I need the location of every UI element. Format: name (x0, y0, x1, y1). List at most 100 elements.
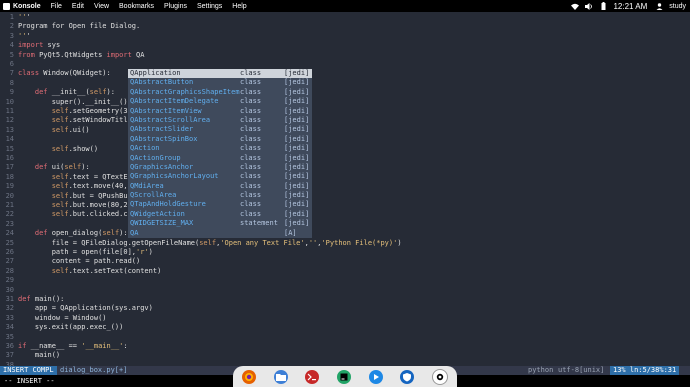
menu-plugins[interactable]: Plugins (164, 3, 187, 10)
mode-indicator: INSERT COMPL (0, 366, 57, 375)
battery-icon[interactable] (599, 2, 607, 10)
kodi-icon[interactable] (368, 369, 383, 384)
code-line[interactable]: 34 sys.exit(app.exec_()) (0, 323, 690, 332)
completion-item[interactable]: QGraphicsAnchor class [jedi] (128, 163, 312, 172)
code-line[interactable]: 6 (0, 60, 690, 69)
completion-src: [jedi] (284, 200, 310, 209)
completion-item[interactable]: QWidgetAction class [jedi] (128, 210, 312, 219)
username[interactable]: study (669, 3, 686, 10)
code-line[interactable]: 33 window = Window() (0, 314, 690, 323)
completion-name: QAbstractButton (130, 78, 194, 87)
code-line[interactable]: 25 file = QFileDialog.getOpenFileName(se… (0, 239, 690, 248)
completion-item[interactable]: QScrollArea class [jedi] (128, 191, 312, 200)
firefox-icon[interactable] (241, 369, 256, 384)
line-number: 10 (5, 97, 14, 106)
code-line[interactable]: 20 self.but = QPushBut (0, 192, 690, 201)
completion-item[interactable]: QAbstractSpinBox class [jedi] (128, 135, 312, 144)
vpn-icon[interactable] (400, 369, 415, 384)
system-tray: 12:21 AM study (571, 0, 690, 12)
completion-src: [jedi] (284, 115, 310, 124)
completion-item[interactable]: QAction class [jedi] (128, 144, 312, 153)
user-icon (655, 2, 663, 10)
apps-icon[interactable] (432, 368, 449, 385)
code-line[interactable]: 5 from PyQt5.QtWidgets import QA (0, 51, 690, 60)
pycharm-icon[interactable] (336, 369, 351, 384)
menu-file[interactable]: File (51, 3, 62, 10)
completion-item[interactable]: QAbstractSlider class [jedi] (128, 125, 312, 134)
menu-bookmarks[interactable]: Bookmarks (119, 3, 154, 10)
completion-kind: class (240, 144, 262, 153)
code-line[interactable]: 3 ''' (0, 32, 690, 41)
code-line[interactable]: 26 path = open(file[0],'r') (0, 248, 690, 257)
line-number: 15 (5, 144, 14, 153)
insert-mode-text: -- INSERT -- (4, 377, 55, 385)
completion-kind: class (240, 87, 262, 96)
code-line[interactable]: 2 Program for Open file Dialog. (0, 22, 690, 31)
code-text: def main(): (18, 295, 65, 303)
code-line[interactable]: 23 (0, 220, 690, 229)
code-line[interactable]: 1 ''' (0, 13, 690, 22)
code-line[interactable]: 18 self.text = QTextEd (0, 173, 690, 182)
code-line[interactable]: 32 app = QApplication(sys.argv) (0, 304, 690, 313)
completion-item[interactable]: QAbstractGraphicsShapeItem class [jedi] (128, 88, 312, 97)
menu-edit[interactable]: Edit (72, 3, 84, 10)
wifi-icon[interactable] (571, 2, 580, 10)
completion-item[interactable]: QGraphicsAnchorLayout class [jedi] (128, 172, 312, 181)
code-line[interactable]: 8 (0, 79, 690, 88)
code-line[interactable]: 11 self.setGeometry(30 (0, 107, 690, 116)
completion-item[interactable]: QTapAndHoldGesture class [jedi] (128, 200, 312, 209)
code-line[interactable]: 7 class Window(QWidget): (0, 69, 690, 78)
code-line[interactable]: 27 content = path.read() (0, 257, 690, 266)
clock[interactable]: 12:21 AM (613, 2, 647, 11)
completion-name: QAbstractSpinBox (130, 134, 198, 143)
menu-view[interactable]: View (94, 3, 109, 10)
code-text: if __name__ == '__main__': (18, 342, 128, 350)
files-icon[interactable] (273, 369, 288, 384)
completion-name: QWidgetAction (130, 209, 185, 218)
code-line[interactable]: 37 main() (0, 351, 690, 360)
code-line[interactable]: 13 self.ui() (0, 126, 690, 135)
code-line[interactable]: 14 (0, 135, 690, 144)
code-line[interactable]: 19 self.text.move(40,1 (0, 182, 690, 191)
completion-item[interactable]: QApplication class [jedi] (128, 69, 312, 79)
completion-src: [jedi] (284, 134, 310, 143)
completion-item[interactable]: QActionGroup class [jedi] (128, 154, 312, 163)
completion-src: [A] (284, 228, 297, 237)
code-line[interactable]: 22 self.but.clicked.co (0, 210, 690, 219)
code-line[interactable]: 31 def main(): (0, 295, 690, 304)
completion-item[interactable]: QAbstractScrollArea class [jedi] (128, 116, 312, 125)
terminal-icon[interactable] (305, 369, 320, 384)
completion-item[interactable]: QAbstractItemView class [jedi] (128, 107, 312, 116)
code-text: self.ui() (51, 125, 90, 134)
code-line[interactable]: 9 def __init__(self): (0, 88, 690, 97)
code-text: path = open(file[0],'r') (18, 248, 153, 256)
code-line[interactable]: 10 super().__init__() (0, 98, 690, 107)
code-line[interactable]: 30 (0, 286, 690, 295)
completion-item[interactable]: QAbstractButton class [jedi] (128, 78, 312, 87)
volume-icon[interactable] (585, 2, 593, 10)
completion-item[interactable]: QA [A] (128, 229, 312, 238)
autocomplete-popup[interactable]: QApplication class [jedi] QAbstractButton cl… (128, 69, 312, 239)
code-line[interactable]: 36 if __name__ == '__main__': (0, 342, 690, 351)
completion-item[interactable]: QMdiArea class [jedi] (128, 182, 312, 191)
completion-src: [jedi] (284, 69, 310, 77)
menu-settings[interactable]: Settings (197, 3, 222, 10)
menu-help[interactable]: Help (232, 3, 246, 10)
completion-src: [jedi] (284, 172, 310, 181)
code-line[interactable]: 35 (0, 333, 690, 342)
line-number: 21 (5, 201, 14, 209)
code-line[interactable]: 21 self.but.move(80,25 (0, 201, 690, 210)
line-number: 36 (5, 342, 14, 350)
code-line[interactable]: 17 def ui(self): (0, 163, 690, 172)
code-line[interactable]: 24 def open_dialog(self): (0, 229, 690, 238)
code-line[interactable]: 16 (0, 154, 690, 163)
code-editor[interactable]: 1 ''' 2 Program for Open file Dialog. 3 ''' 4 i… (0, 12, 690, 366)
code-line[interactable]: 15 self.show() (0, 145, 690, 154)
completion-item[interactable]: QWIDGETSIZE_MAX statement [jedi] (128, 219, 312, 228)
completion-item[interactable]: QAbstractItemDelegate class [jedi] (128, 97, 312, 106)
line-number: 14 (5, 135, 14, 144)
code-line[interactable]: 29 (0, 276, 690, 285)
code-line[interactable]: 28 self.text.setText(content) (0, 267, 690, 276)
code-line[interactable]: 4 import sys (0, 41, 690, 50)
code-line[interactable]: 12 self.setWindowTitle (0, 116, 690, 125)
